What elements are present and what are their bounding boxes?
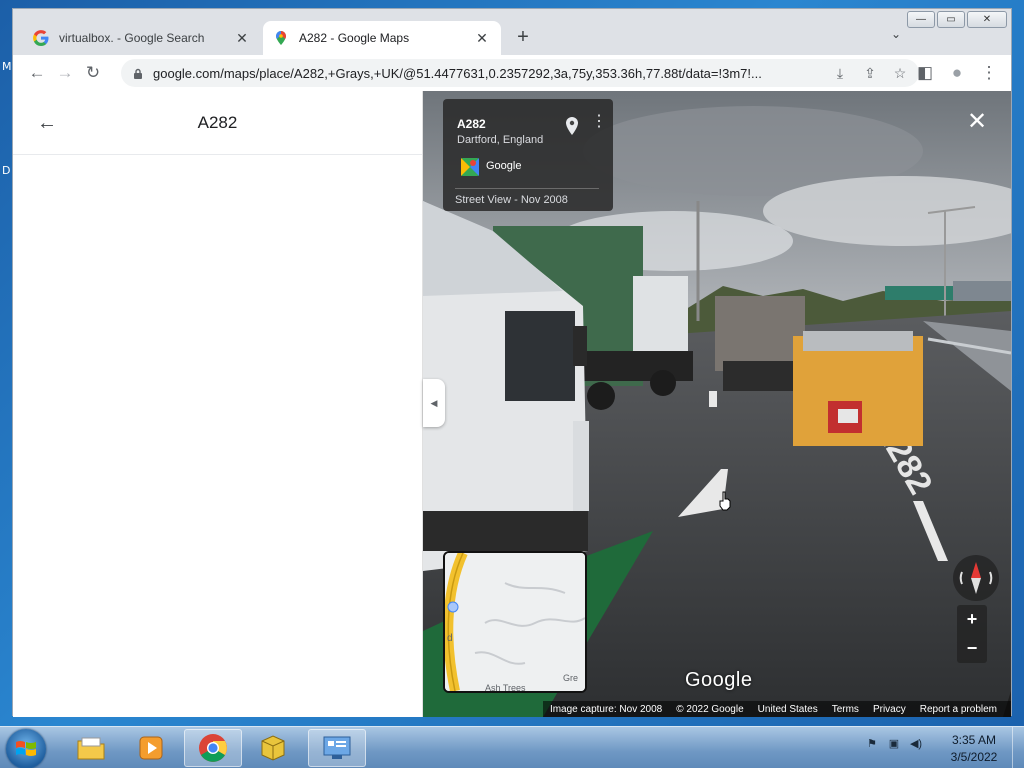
report-problem-link[interactable]: Report a problem [920, 704, 997, 715]
chrome-icon[interactable] [184, 729, 242, 767]
image-capture-text: Image capture: Nov 2008 [549, 703, 663, 715]
tab-search-icon[interactable]: ⌄ [891, 27, 901, 41]
attribution-bar: Image capture: Nov 2008 © 2022 Google Un… [543, 701, 1011, 717]
close-window-button[interactable]: ✕ [967, 11, 1007, 28]
lock-icon [134, 68, 142, 79]
system-clock[interactable]: 3:35 AM 3/5/2022 [944, 732, 1004, 766]
privacy-link[interactable]: Privacy [873, 704, 906, 715]
window-controls: — ▭ ✕ [907, 11, 1007, 28]
capture-date-label[interactable]: Street View - Nov 2008 [455, 194, 568, 206]
road-name: A282 [457, 117, 486, 131]
media-player-icon[interactable] [122, 729, 180, 767]
zoom-controls: + − [957, 605, 987, 663]
tab-google-maps[interactable]: A282 - Google Maps ✕ [263, 21, 501, 55]
action-center-flag-icon[interactable]: ⚑ [864, 735, 880, 751]
close-tab-icon[interactable]: ✕ [233, 29, 251, 47]
minimap-label: Ash Trees [485, 683, 526, 691]
forward-icon[interactable]: → [51, 59, 79, 87]
minimap-label: d [447, 633, 453, 644]
windows-taskbar: ⚑ ▣ ◀) 3:35 AM 3/5/2022 [0, 726, 1024, 768]
address-bar[interactable]: google.com/maps/place/A282,+Grays,+UK/@5… [121, 59, 919, 87]
tab-google-search[interactable]: virtualbox. - Google Search ✕ [23, 21, 261, 55]
place-location: Dartford, England [457, 134, 544, 146]
location-pin-icon[interactable] [565, 117, 579, 135]
chrome-window: virtualbox. - Google Search ✕ A282 - Goo… [12, 8, 1012, 717]
street-view-info-card: A282 Dartford, England ⋮ Google Street V… [443, 99, 613, 211]
desktop-icon-label-fragment: D [2, 164, 11, 177]
tab-title: virtualbox. - Google Search [59, 31, 205, 45]
browser-toolbar: ← → ↻ google.com/maps/place/A282,+Grays,… [13, 55, 1011, 91]
profile-avatar-icon[interactable]: ● [943, 59, 971, 87]
install-app-icon[interactable]: ⤓ [827, 59, 853, 87]
side-panel-icon[interactable]: ◧ [911, 59, 939, 87]
more-options-icon[interactable]: ⋮ [591, 114, 607, 130]
tab-strip: virtualbox. - Google Search ✕ A282 - Goo… [13, 9, 1011, 55]
back-arrow-icon[interactable]: ← [35, 111, 59, 135]
side-panel-header: ← A282 [13, 91, 422, 155]
share-icon[interactable]: ⇪ [857, 59, 883, 87]
google-watermark: Google [685, 669, 753, 691]
back-icon[interactable]: ← [23, 59, 51, 87]
close-tab-icon[interactable]: ✕ [473, 29, 491, 47]
place-title: A282 [197, 112, 238, 132]
new-tab-button[interactable]: + [511, 25, 535, 49]
clock-date: 3/5/2022 [950, 750, 998, 764]
street-view-panorama[interactable]: A282 A282 Dartford, England ⋮ Google Str… [423, 91, 1011, 717]
side-panel: ← A282 [13, 91, 423, 717]
desktop-icon-label-fragment: M [2, 60, 12, 73]
maximize-button[interactable]: ▭ [937, 11, 965, 28]
hand-cursor-icon [719, 491, 731, 511]
google-maps-pin-icon [276, 31, 286, 45]
zoom-in-button[interactable]: + [957, 605, 987, 634]
bookmark-star-icon[interactable]: ☆ [887, 59, 913, 87]
volume-icon[interactable]: ◀) [908, 735, 924, 751]
close-street-view-icon[interactable]: ✕ [965, 108, 989, 135]
copyright-text: © 2022 Google [676, 703, 744, 715]
minimap-road-network: d Gre Ash Trees [445, 553, 585, 691]
region-link[interactable]: United States [758, 704, 818, 715]
clock-time: 3:35 AM [951, 733, 997, 747]
imagery-provider: Google [486, 160, 522, 172]
control-panel-icon[interactable] [308, 729, 366, 767]
start-button[interactable] [6, 729, 46, 768]
maps-page: ← A282 A282 A282 Dartford, England ⋮ Goo… [13, 91, 1011, 717]
reload-icon[interactable]: ↻ [79, 59, 107, 87]
chrome-menu-icon[interactable]: ⋮ [975, 59, 1003, 87]
google-maps-logo-icon [461, 158, 479, 176]
system-tray: ⚑ ▣ ◀) [864, 735, 924, 751]
network-icon[interactable]: ▣ [886, 735, 902, 751]
url-text[interactable]: google.com/maps/place/A282,+Grays,+UK/@5… [153, 66, 827, 81]
zoom-out-button[interactable]: − [957, 634, 987, 663]
virtualbox-icon[interactable] [244, 729, 302, 767]
minimize-button[interactable]: — [907, 11, 935, 28]
compass-icon[interactable] [953, 555, 999, 601]
show-desktop-button[interactable] [1012, 727, 1024, 768]
tab-title: A282 - Google Maps [299, 31, 410, 45]
collapse-side-panel-button[interactable]: ◀ [423, 379, 445, 427]
minimap-label: Gre [563, 673, 578, 683]
file-explorer-icon[interactable] [62, 729, 120, 767]
street-view-minimap[interactable]: d Gre Ash Trees [443, 551, 587, 693]
divider [455, 188, 599, 189]
google-g-icon [33, 30, 49, 46]
terms-link[interactable]: Terms [832, 704, 859, 715]
windows-logo-icon [16, 741, 36, 756]
